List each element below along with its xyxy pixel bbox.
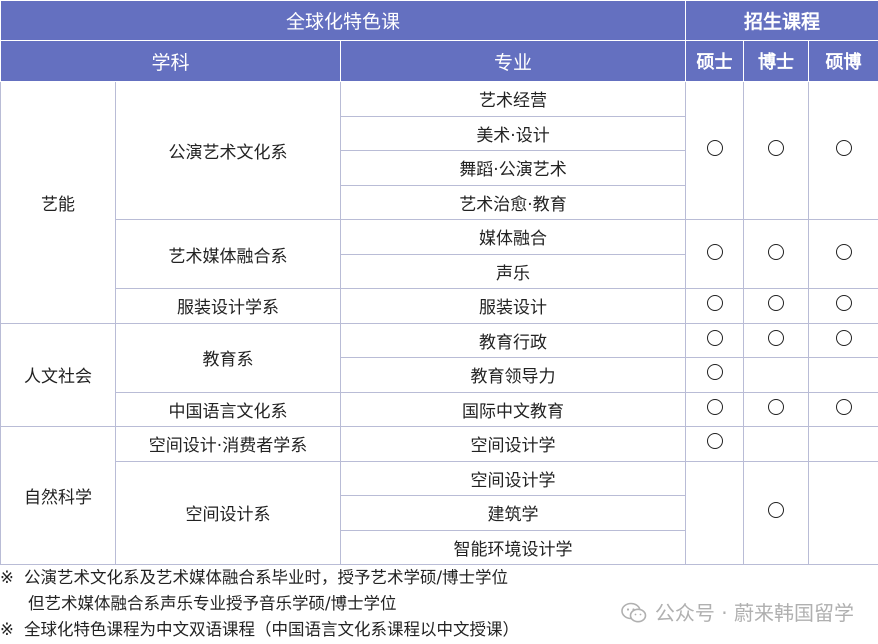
offered-cell <box>743 391 810 427</box>
offered-circle-icon <box>835 243 852 260</box>
empty-cell <box>808 426 878 462</box>
offered-circle-icon <box>768 502 785 519</box>
footnote-2: 但艺术媒体融合系声乐专业授予音乐学硕/博士学位 <box>28 591 397 617</box>
department-cell: 教育系 <box>115 322 341 393</box>
offered-circle-icon <box>706 243 723 260</box>
offered-circle-icon <box>706 364 723 381</box>
major-cell: 服装设计 <box>339 288 687 324</box>
major-cell: 空间设计学 <box>339 426 687 462</box>
offered-circle-icon <box>768 329 785 346</box>
major-cell: 教育行政 <box>339 322 687 358</box>
footnote-3: ※ 全球化特色课程为中文双语课程（中国语言文化系课程以中文授课） <box>0 617 519 643</box>
offered-circle-icon <box>768 295 785 312</box>
offered-circle-icon <box>706 140 723 156</box>
empty-cell <box>743 426 810 462</box>
empty-cell <box>685 460 745 565</box>
empty-cell <box>808 357 878 393</box>
offered-circle-icon <box>835 140 852 156</box>
header-phd: 博士 <box>743 40 810 82</box>
major-cell: 舞蹈·公演艺术 <box>339 150 687 186</box>
offered-cell <box>808 288 878 324</box>
department-cell: 艺术媒体融合系 <box>115 219 341 289</box>
major-cell: 艺术经营 <box>339 81 687 117</box>
offered-circle-icon <box>706 398 723 415</box>
department-cell: 服装设计学系 <box>115 288 341 324</box>
major-cell: 建筑学 <box>339 495 687 531</box>
offered-cell <box>743 288 810 324</box>
offered-circle-icon <box>706 433 723 450</box>
offered-circle-icon <box>835 295 852 312</box>
offered-cell <box>685 357 745 393</box>
discipline-cell: 艺能 <box>0 81 116 324</box>
footnote-1: ※ 公演艺术文化系及艺术媒体融合系毕业时，授予艺术学硕/博士学位 <box>0 565 508 591</box>
offered-circle-icon <box>835 329 852 346</box>
offered-cell <box>743 219 810 289</box>
major-cell: 国际中文教育 <box>339 391 687 427</box>
header-discipline: 学科 <box>0 40 341 82</box>
footnote-text: 但艺术媒体融合系声乐专业授予音乐学硕/博士学位 <box>28 594 397 613</box>
offered-cell <box>743 81 810 220</box>
major-cell: 声乐 <box>339 253 687 289</box>
department-cell: 中国语言文化系 <box>115 391 341 427</box>
footnote-text: 公演艺术文化系及艺术媒体融合系毕业时，授予艺术学硕/博士学位 <box>24 568 509 587</box>
offered-circle-icon <box>768 243 785 260</box>
watermark-text: 公众号 · 蔚来韩国留学 <box>654 601 854 625</box>
empty-cell <box>808 460 878 565</box>
footnote-text: 全球化特色课程为中文双语课程（中国语言文化系课程以中文授课） <box>24 620 519 639</box>
major-cell: 智能环境设计学 <box>339 529 687 565</box>
offered-cell <box>685 219 745 289</box>
wechat-icon <box>621 602 647 622</box>
offered-cell <box>808 219 878 289</box>
offered-cell <box>808 391 878 427</box>
header-enrollment: 招生课程 <box>685 0 878 41</box>
department-cell: 公演艺术文化系 <box>115 81 341 220</box>
offered-cell <box>743 322 810 358</box>
department-cell: 空间设计·消费者学系 <box>115 426 341 462</box>
major-cell: 媒体融合 <box>339 219 687 255</box>
header-program-group: 全球化特色课 <box>0 0 687 41</box>
offered-cell <box>685 426 745 462</box>
offered-cell <box>808 322 878 358</box>
offered-circle-icon <box>835 398 852 415</box>
offered-cell <box>685 288 745 324</box>
major-cell: 教育领导力 <box>339 357 687 393</box>
discipline-cell: 人文社会 <box>0 322 116 427</box>
header-combined: 硕博 <box>808 40 878 82</box>
department-cell: 空间设计系 <box>115 460 341 565</box>
program-table: 全球化特色课 招生课程 学科 专业 硕士 博士 硕博 艺能 公演艺术文化系 艺术… <box>0 0 878 565</box>
note-mark: ※ <box>0 568 14 587</box>
offered-circle-icon <box>706 295 723 312</box>
major-cell: 空间设计学 <box>339 460 687 496</box>
offered-cell <box>685 391 745 427</box>
watermark: 公众号 · 蔚来韩国留学 <box>621 597 854 626</box>
offered-circle-icon <box>768 140 785 156</box>
empty-cell <box>743 357 810 393</box>
offered-circle-icon <box>706 329 723 346</box>
offered-cell <box>685 81 745 220</box>
offered-cell <box>685 322 745 358</box>
offered-circle-icon <box>768 398 785 415</box>
header-major: 专业 <box>339 40 687 82</box>
major-cell: 艺术治愈·教育 <box>339 184 687 220</box>
header-master: 硕士 <box>685 40 745 82</box>
major-cell: 美术·设计 <box>339 115 687 151</box>
offered-cell <box>743 460 810 565</box>
offered-cell <box>808 81 878 220</box>
discipline-cell: 自然科学 <box>0 426 116 565</box>
note-mark: ※ <box>0 620 14 639</box>
